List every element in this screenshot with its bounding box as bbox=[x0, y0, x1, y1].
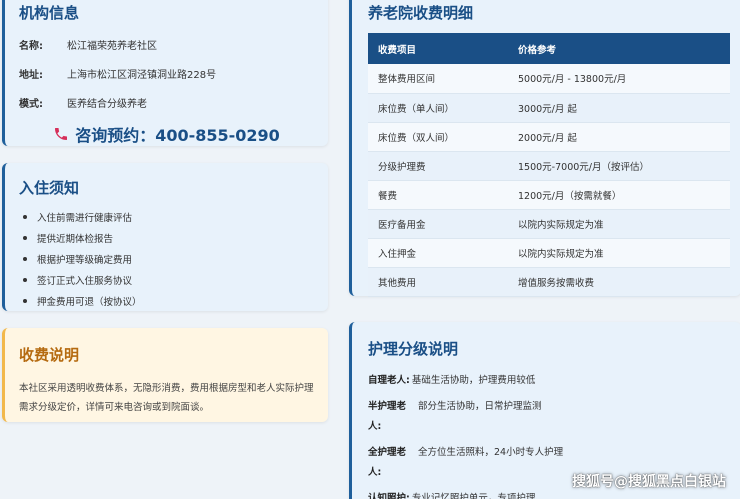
org-address-row: 地址: 上海市松江区洞泾镇洞业路228号 bbox=[19, 66, 314, 81]
bullet-icon bbox=[23, 257, 27, 261]
watermark: 搜狐号@搜狐黑点白银站 bbox=[572, 474, 726, 490]
org-mode-row: 模式: 医养结合分级养老 bbox=[19, 95, 314, 110]
org-address-value: 上海市松江区洞泾镇洞业路228号 bbox=[67, 70, 217, 81]
list-item: 签订正式入住服务协议 bbox=[19, 273, 314, 287]
bullet-icon bbox=[23, 278, 27, 282]
table-row: 分级护理费 1500元-7000元/月（按评估） bbox=[368, 151, 730, 181]
list-item: 根据护理等级确定费用 bbox=[19, 252, 314, 266]
header-item: 收费项目 bbox=[378, 44, 417, 56]
header-price: 价格参考 bbox=[518, 44, 557, 56]
list-item: 押金费用可退（按协议） bbox=[19, 294, 314, 308]
list-item: 提供近期体检报告 bbox=[19, 231, 314, 245]
org-name-row: 名称: 松江福荣苑养老社区 bbox=[19, 37, 314, 52]
table-row: 入住押金 以院内实际规定为准 bbox=[368, 238, 730, 268]
care-level-title: 护理分级说明 bbox=[368, 340, 459, 358]
list-item: 入住前需进行健康评估 bbox=[19, 210, 314, 224]
admission-notice-title: 入住须知 bbox=[19, 179, 80, 197]
bullet-icon bbox=[23, 236, 27, 240]
table-header-row: 收费项目 价格参考 bbox=[368, 33, 730, 64]
org-mode-label: 模式: bbox=[19, 99, 43, 110]
phone-consult[interactable]: 咨询预约：400-855-0290 bbox=[19, 122, 314, 146]
phone-text: 咨询预约：400-855-0290 bbox=[75, 126, 280, 145]
org-info-title: 机构信息 bbox=[19, 4, 80, 22]
price-table: 收费项目 价格参考 整体费用区间 5000元/月 - 13800元/月 床位费（单… bbox=[368, 33, 730, 297]
table-row: 其他费用 增值服务按需收费 bbox=[368, 267, 730, 297]
org-info-card: 机构信息 名称: 松江福荣苑养老社区 地址: 上海市松江区洞泾镇洞业路228号 … bbox=[2, 0, 328, 146]
phone-icon bbox=[55, 128, 68, 140]
fee-explanation-title: 收费说明 bbox=[19, 346, 80, 364]
care-row-self: 自理老人: 基础生活协助，护理费用较低 bbox=[368, 375, 536, 386]
admission-notice-list: 入住前需进行健康评估 提供近期体检报告 根据护理等级确定费用 签订正式入住服务协… bbox=[19, 210, 314, 308]
fee-explanation-card: 收费说明 本社区采用透明收费体系，无隐形消费，费用根据房型和老人实际护理需求分级… bbox=[2, 328, 328, 422]
price-detail-title: 养老院收费明细 bbox=[368, 4, 474, 22]
bullet-icon bbox=[23, 215, 27, 219]
fee-explanation-text: 本社区采用透明收费体系，无隐形消费，费用根据房型和老人实际护理需求分级定价，详情… bbox=[19, 383, 314, 413]
price-detail-card: 养老院收费明细 收费项目 价格参考 整体费用区间 5000元/月 - 13800元… bbox=[349, 0, 740, 297]
bullet-icon bbox=[23, 299, 27, 303]
table-row: 医疗备用金 以院内实际规定为准 bbox=[368, 209, 730, 239]
table-row: 餐费 1200元/月（按需就餐） bbox=[368, 180, 730, 210]
table-row: 床位费（单人间） 3000元/月 起 bbox=[368, 93, 730, 123]
admission-notice-card: 入住须知 入住前需进行健康评估 提供近期体检报告 根据护理等级确定费用 签订正式… bbox=[2, 163, 328, 311]
care-row-semi: 半护理老人: 部分生活协助，日常护理监测 bbox=[368, 401, 542, 432]
org-mode-value: 医养结合分级养老 bbox=[67, 99, 147, 110]
org-name-value: 松江福荣苑养老社区 bbox=[67, 41, 157, 52]
table-row: 整体费用区间 5000元/月 - 13800元/月 bbox=[368, 64, 730, 94]
org-address-label: 地址: bbox=[19, 70, 43, 81]
table-row: 床位费（双人间） 2000元/月 起 bbox=[368, 122, 730, 152]
org-name-label: 名称: bbox=[19, 41, 43, 52]
